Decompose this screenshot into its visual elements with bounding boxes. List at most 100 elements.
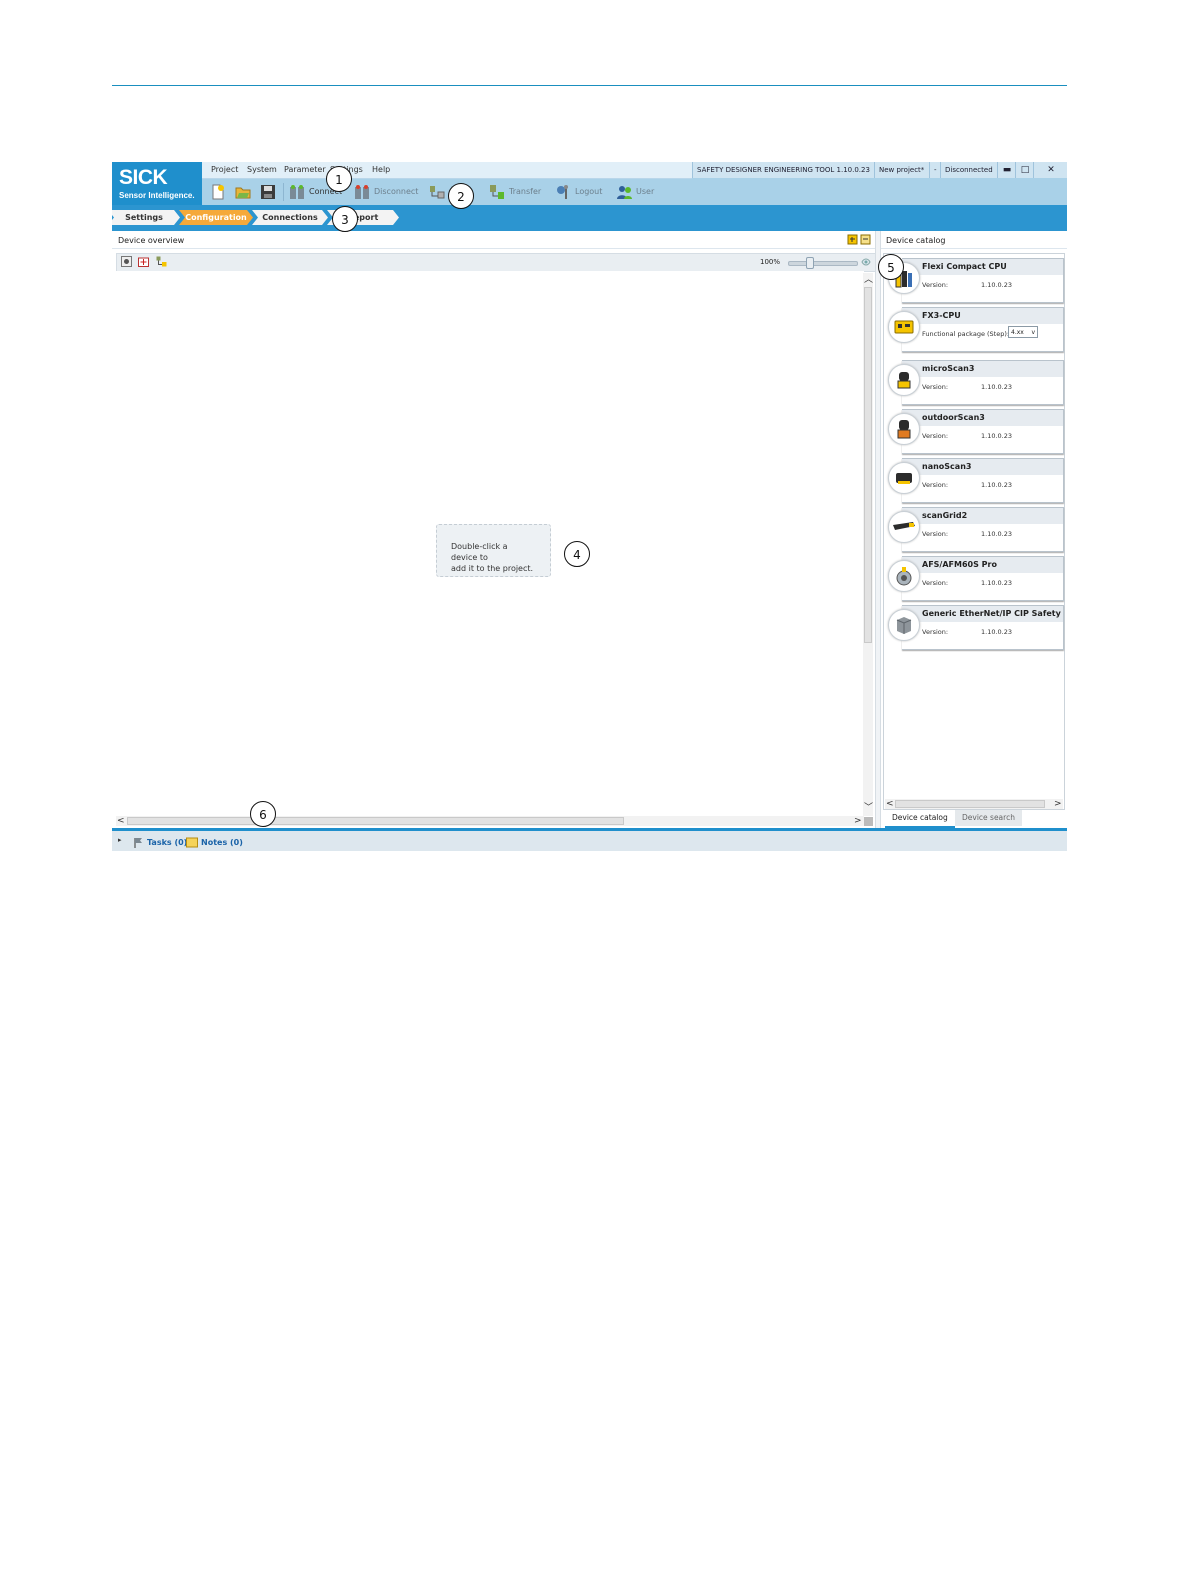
disconnect-button[interactable]: Disconnect xyxy=(354,182,418,201)
menu-parameter[interactable]: Parameter xyxy=(284,165,326,174)
tab-device-catalog[interactable]: Device catalog xyxy=(885,810,955,828)
logout-button[interactable]: Logout xyxy=(555,182,602,201)
device-field-value: 1.10.0.23 xyxy=(981,432,1013,440)
close-button[interactable]: ✕ xyxy=(1033,162,1067,178)
device-catalog-panel: Flexi Compact CPU Version: 1.10.0.23 FX3… xyxy=(883,253,1065,810)
save-project-button[interactable] xyxy=(260,182,280,201)
transfer-button[interactable]: Transfer xyxy=(489,182,541,201)
functional-package-value: 4.xx xyxy=(1011,329,1024,336)
tab-configuration[interactable]: Configuration xyxy=(179,210,253,225)
eye-icon[interactable] xyxy=(861,257,871,267)
device-field-label: Version: xyxy=(922,579,949,587)
callout-2: 2 xyxy=(448,183,474,209)
scroll-left-icon[interactable]: < xyxy=(117,816,125,826)
callout-6: 6 xyxy=(250,801,276,827)
device-card-flexi-compact-cpu[interactable]: Flexi Compact CPU Version: 1.10.0.23 xyxy=(888,258,1064,303)
scroll-down-icon[interactable]: ﹀ xyxy=(864,803,873,813)
device-field-label: Version: xyxy=(922,628,949,636)
expand-arrow-icon[interactable]: ▸ xyxy=(118,836,122,844)
tab-connections[interactable]: Connections xyxy=(252,210,328,225)
export-icon[interactable] xyxy=(847,234,858,245)
device-card-nanoscan3[interactable]: nanoScan3 Version: 1.10.0.23 xyxy=(888,458,1064,503)
user-icon xyxy=(617,185,632,199)
zoom-slider[interactable] xyxy=(788,261,858,266)
import-icon[interactable] xyxy=(860,234,871,245)
tab-device-search[interactable]: Device search xyxy=(955,810,1022,826)
safety-designer-window: SICK Sensor Intelligence. Project System… xyxy=(112,162,1067,851)
connection-status: Disconnected xyxy=(940,162,997,178)
microscan3-icon xyxy=(897,372,911,389)
menu-project[interactable]: Project xyxy=(211,165,238,174)
save-icon xyxy=(261,184,275,199)
note-icon xyxy=(186,837,198,848)
device-overview-header: Device overview xyxy=(112,231,875,249)
hint-line-1: Double-click a device to xyxy=(451,542,508,562)
device-thumbnail xyxy=(888,462,920,494)
horizontal-scroll-thumb[interactable] xyxy=(127,817,624,825)
network-icon[interactable] xyxy=(156,256,167,267)
scangrid2-icon xyxy=(893,522,915,530)
device-field-value: 1.10.0.23 xyxy=(981,579,1013,587)
device-card-generic-ethernet-ip-cip-safety[interactable]: Generic EtherNet/IP CIP Safety Version: … xyxy=(888,605,1064,650)
device-name: microScan3 xyxy=(902,361,1063,377)
scroll-corner xyxy=(864,817,873,826)
workflow-nav-bar: Settings Configuration Connections Repor… xyxy=(112,205,1067,231)
device-overview-title: Device overview xyxy=(118,236,185,245)
tasks-button[interactable]: Tasks (0) xyxy=(133,837,187,848)
toolbar-separator xyxy=(283,183,284,201)
menu-help[interactable]: Help xyxy=(372,165,390,174)
scroll-up-icon[interactable]: ︿ xyxy=(864,275,873,285)
device-name: nanoScan3 xyxy=(902,459,1063,475)
vertical-scroll-thumb[interactable] xyxy=(864,287,872,643)
fx3-cpu-icon xyxy=(894,320,914,334)
device-field-label: Version: xyxy=(922,530,949,538)
sick-logo: SICK Sensor Intelligence. xyxy=(112,162,202,205)
new-project-button[interactable] xyxy=(210,182,230,201)
notes-button[interactable]: Notes (0) xyxy=(186,837,243,848)
settings-gear-icon[interactable] xyxy=(121,256,132,267)
user-button[interactable]: User xyxy=(616,182,654,201)
overview-horizontal-scrollbar[interactable]: < > xyxy=(116,816,864,826)
device-card-afs-afm60s-pro[interactable]: AFS/AFM60S Pro Version: 1.10.0.23 xyxy=(888,556,1064,601)
device-card-scangrid2[interactable]: scanGrid2 Version: 1.10.0.23 xyxy=(888,507,1064,552)
new-file-icon xyxy=(212,184,224,199)
device-card-microscan3[interactable]: microScan3 Version: 1.10.0.23 xyxy=(888,360,1064,405)
notes-label: Notes (0) xyxy=(201,838,243,847)
add-module-icon[interactable] xyxy=(138,256,149,267)
zoom-slider-thumb[interactable] xyxy=(806,257,814,269)
scroll-right-icon[interactable]: > xyxy=(854,816,862,826)
device-name: FX3-CPU xyxy=(902,308,1063,324)
nanoscan3-icon xyxy=(896,473,912,484)
device-catalog-title: Device catalog xyxy=(886,236,946,245)
menu-system[interactable]: System xyxy=(247,165,277,174)
catalog-scroll-right-icon[interactable]: > xyxy=(1054,799,1062,809)
flag-icon xyxy=(134,838,142,848)
open-project-button[interactable] xyxy=(235,182,255,201)
drop-hint-box: Double-click a device to add it to the p… xyxy=(436,524,551,577)
catalog-horizontal-scrollbar[interactable]: < > xyxy=(885,799,1063,809)
device-thumbnail xyxy=(888,311,920,343)
device-field-label: Version: xyxy=(922,383,949,391)
maximize-button[interactable]: □ xyxy=(1015,162,1034,178)
title-separator: - xyxy=(929,162,941,178)
callout-1: 1 xyxy=(326,166,352,192)
overview-vertical-scrollbar[interactable]: ︿ ﹀ xyxy=(863,273,873,816)
catalog-scroll-left-icon[interactable]: < xyxy=(886,799,894,809)
device-overview-toolbar: 100% xyxy=(116,253,876,272)
device-field-value: 1.10.0.23 xyxy=(981,628,1013,636)
device-thumbnail xyxy=(888,609,920,641)
minimize-button[interactable]: ▬ xyxy=(997,162,1016,178)
device-card-fx3-cpu[interactable]: FX3-CPU Functional package (Step): 4.xx v xyxy=(888,307,1064,352)
device-thumbnail xyxy=(888,560,920,592)
catalog-scroll-thumb[interactable] xyxy=(895,800,1045,808)
status-bar: ▸ Tasks (0) Notes (0) xyxy=(112,831,1067,851)
functional-package-select[interactable]: 4.xx v xyxy=(1008,326,1038,338)
page-top-rule xyxy=(112,85,1067,86)
tab-settings[interactable]: Settings xyxy=(112,210,180,225)
device-field-label: Version: xyxy=(922,281,949,289)
open-folder-icon xyxy=(235,187,251,198)
menu-bar: Project System Parameter Settings Help xyxy=(202,162,692,179)
panel-splitter[interactable] xyxy=(875,231,881,828)
logout-label: Logout xyxy=(575,187,603,196)
device-card-outdoorscan3[interactable]: outdoorScan3 Version: 1.10.0.23 xyxy=(888,409,1064,454)
